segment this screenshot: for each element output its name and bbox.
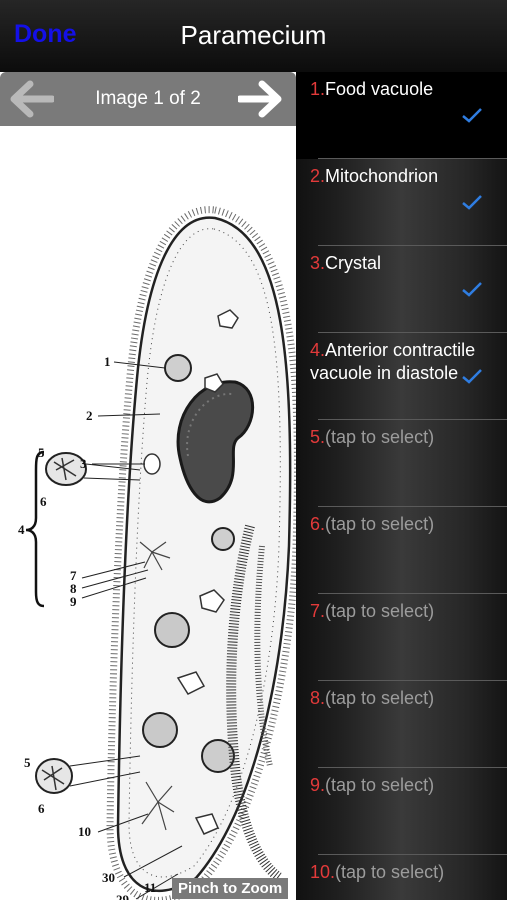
diagram-label-29: 29 [116, 892, 130, 900]
label-name: Anterior contractile vacuole in diastole [310, 340, 476, 383]
label-item-10[interactable]: 10.(tap to select) [296, 855, 507, 900]
label-number: 4. [310, 340, 326, 360]
label-item-7[interactable]: 7.(tap to select) [296, 594, 507, 681]
diagram-label-5a: 5 [38, 445, 45, 460]
label-number: 9. [310, 775, 326, 795]
label-item-5[interactable]: 5.(tap to select) [296, 420, 507, 507]
label-number: 10. [310, 862, 336, 882]
diagram-label-30: 30 [102, 870, 115, 885]
label-name: (tap to select) [325, 601, 435, 621]
label-number: 8. [310, 688, 326, 708]
label-name: (tap to select) [325, 427, 435, 447]
diagram-label-9: 9 [70, 594, 77, 609]
pinch-to-zoom-hint: Pinch to Zoom [172, 878, 289, 899]
label-list: 1.Food vacuole 2.Mitochondrion 3.Crystal… [296, 72, 507, 900]
diagram-label-6a: 6 [40, 494, 47, 509]
label-name: (tap to select) [325, 688, 435, 708]
label-item-9[interactable]: 9.(tap to select) [296, 768, 507, 855]
label-number: 7. [310, 601, 326, 621]
checkmark-icon [462, 108, 482, 123]
checkmark-icon [462, 369, 482, 384]
diagram-label-1: 1 [104, 354, 111, 369]
diagram-label-5b: 5 [24, 755, 31, 770]
diagram-label-3: 3 [80, 456, 87, 471]
label-number: 6. [310, 514, 326, 534]
label-name: Food vacuole [325, 79, 434, 99]
label-number: 2. [310, 166, 326, 186]
diagram-label-10: 10 [78, 824, 91, 839]
diagram-label-4: 4 [18, 522, 25, 537]
image-toolbar: Image 1 of 2 [0, 72, 296, 126]
next-arrow-icon[interactable] [238, 79, 284, 119]
label-number: 5. [310, 427, 326, 447]
label-item-8[interactable]: 8.(tap to select) [296, 681, 507, 768]
label-name: (tap to select) [335, 862, 445, 882]
label-item-3[interactable]: 3.Crystal [296, 246, 507, 333]
diagram-label-2: 2 [86, 408, 93, 423]
label-item-4[interactable]: 4.Anterior contractile vacuole in diasto… [296, 333, 507, 420]
label-name: (tap to select) [325, 775, 435, 795]
label-item-6[interactable]: 6.(tap to select) [296, 507, 507, 594]
label-name: Mitochondrion [325, 166, 439, 186]
page-title: Paramecium [180, 20, 327, 50]
label-name: (tap to select) [325, 514, 435, 534]
checkmark-icon [462, 195, 482, 210]
label-name: Crystal [325, 253, 382, 273]
diagram-label-11: 11 [144, 880, 157, 895]
label-item-2[interactable]: 2.Mitochondrion [296, 159, 507, 246]
image-viewer[interactable]: Image 1 of 2 1 2 3 4 5 6 7 8 9 5 6 10 30… [0, 72, 296, 900]
label-number: 1. [310, 79, 326, 99]
diagram-label-6b: 6 [38, 801, 45, 816]
checkmark-icon [462, 282, 482, 297]
label-number: 3. [310, 253, 326, 273]
paramecium-diagram[interactable]: 1 2 3 4 5 6 7 8 9 5 6 10 30 29 [0, 126, 296, 900]
label-item-1[interactable]: 1.Food vacuole [296, 72, 507, 159]
navigation-bar: Done Paramecium [0, 0, 507, 72]
